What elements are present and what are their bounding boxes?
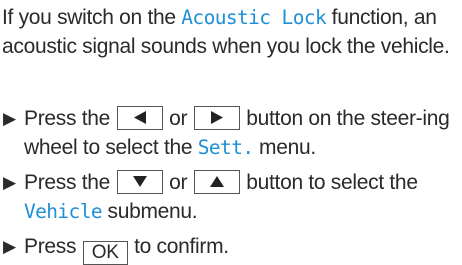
step-text: button to select the bbox=[240, 171, 418, 194]
step-bullet-icon: ▶ bbox=[3, 173, 16, 192]
vehicle-submenu-term: Vehicle bbox=[24, 200, 103, 223]
step-text: Press bbox=[24, 235, 82, 258]
step-select-vehicle-submenu: ▶ Press the or button to select the Vehic… bbox=[2, 168, 460, 226]
step-text: or bbox=[163, 171, 193, 194]
manual-page: If you switch on the Acoustic Lock funct… bbox=[0, 0, 462, 265]
step-text: Press the bbox=[24, 107, 116, 130]
step-select-sett-menu: ▶ Press the or button on the steer-ing wh… bbox=[2, 104, 460, 162]
intro-text-before: If you switch on the bbox=[2, 6, 182, 29]
step-text: Press the bbox=[24, 171, 116, 194]
step-text: to confirm. bbox=[128, 235, 229, 258]
sett-menu-term: Sett. bbox=[197, 136, 254, 159]
step-text: menu. bbox=[253, 136, 316, 159]
step-text: or bbox=[163, 107, 193, 130]
step-bullet-icon: ▶ bbox=[3, 109, 16, 128]
step-bullet-icon: ▶ bbox=[3, 237, 16, 256]
intro-paragraph: If you switch on the Acoustic Lock funct… bbox=[2, 3, 460, 61]
down-arrow-key-icon bbox=[116, 170, 163, 194]
right-arrow-key-icon bbox=[193, 106, 240, 130]
ok-key: OK bbox=[82, 241, 128, 265]
step-confirm: ▶ Press OK to confirm. bbox=[2, 232, 460, 265]
instruction-steps: ▶ Press the or button on the steer-ing wh… bbox=[2, 104, 460, 265]
up-arrow-key-icon bbox=[193, 170, 240, 194]
left-arrow-key-icon bbox=[116, 106, 163, 130]
acoustic-lock-term: Acoustic Lock bbox=[181, 6, 327, 29]
step-text: submenu. bbox=[101, 200, 198, 223]
